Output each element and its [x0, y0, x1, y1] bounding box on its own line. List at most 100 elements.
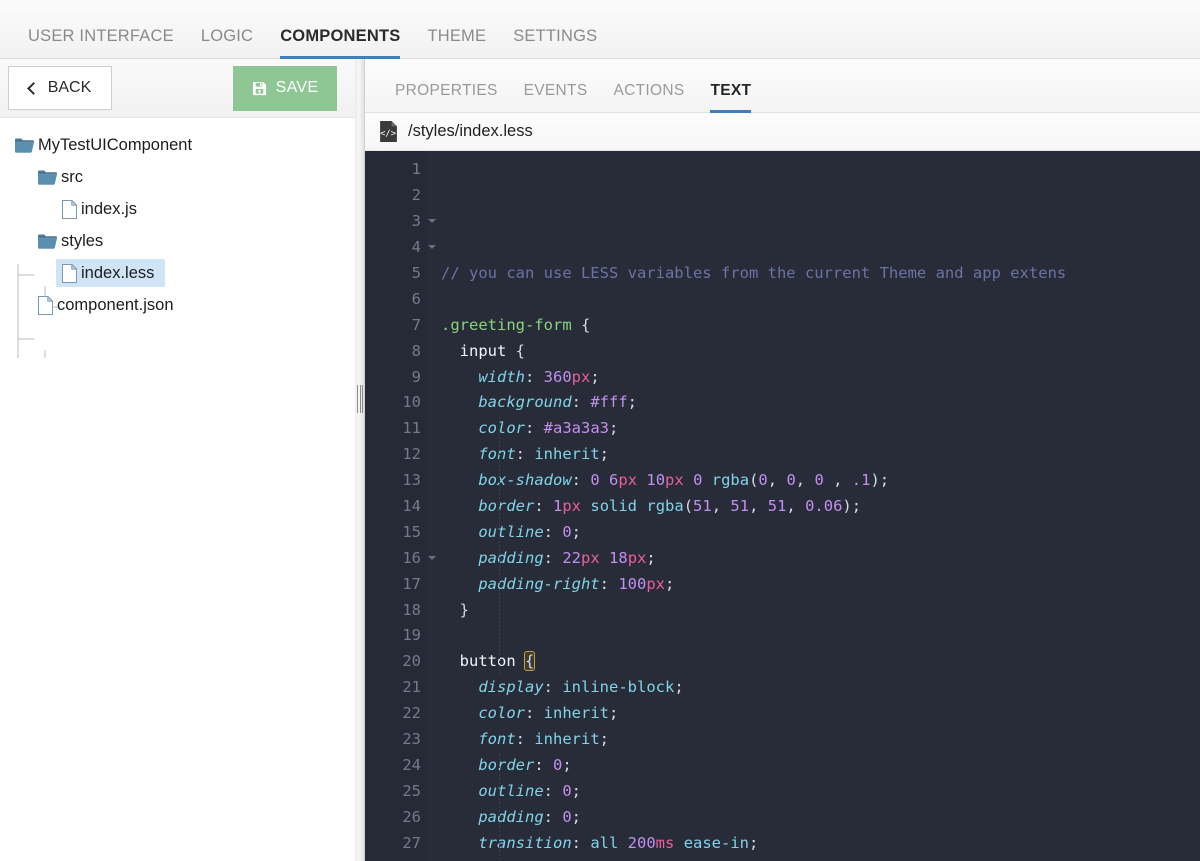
tree-node-label: MyTestUIComponent: [34, 137, 192, 154]
folder-icon: [38, 170, 57, 185]
code-token: #a3a3a3: [544, 419, 609, 437]
code-token: [674, 834, 683, 852]
code-token: :: [525, 704, 544, 722]
code-line: [441, 287, 1200, 313]
back-button[interactable]: BACK: [8, 66, 112, 110]
line-number: 2: [365, 183, 427, 209]
code-token: outline: [441, 782, 544, 800]
code-token: ;: [749, 834, 758, 852]
code-token: px: [665, 471, 684, 489]
tree-node-label: index.less: [77, 265, 154, 282]
main-tab-settings[interactable]: SETTINGS: [513, 27, 597, 58]
inspector-tab-actions[interactable]: ACTIONS: [613, 82, 684, 112]
main-tab-components[interactable]: COMPONENTS: [280, 27, 400, 58]
code-line: border: 0;: [441, 753, 1200, 779]
inspector-tab-properties[interactable]: PROPERTIES: [395, 82, 498, 112]
code-editor[interactable]: 1234567891011121314151617181920212223242…: [365, 151, 1200, 861]
code-token: width: [441, 368, 525, 386]
code-token: color: [441, 704, 525, 722]
code-token: box-shadow: [441, 471, 572, 489]
code-token: :: [534, 756, 553, 774]
code-token: border: [441, 756, 534, 774]
code-token: ,: [786, 497, 805, 515]
code-token: 100: [618, 575, 646, 593]
code-token: ;: [674, 678, 683, 696]
workspace: BACK SAVE: [0, 59, 1200, 861]
tree-file-index-js[interactable]: index.js: [0, 193, 355, 225]
code-token: .1: [852, 471, 871, 489]
line-number: 14: [365, 494, 427, 520]
code-line: width: 360px;: [441, 365, 1200, 391]
code-token: inherit: [534, 730, 599, 748]
folder-icon: [38, 234, 57, 249]
line-number: 1: [365, 157, 427, 183]
tree-file-component-json[interactable]: component.json: [0, 289, 355, 321]
line-number: 26: [365, 805, 427, 831]
main-tab-user-interface[interactable]: USER INTERFACE: [28, 27, 174, 58]
code-token: ease-in: [684, 834, 749, 852]
inspector-tab-text[interactable]: TEXT: [710, 82, 751, 112]
code-line: transition: all 200ms ease-in;: [441, 831, 1200, 857]
inspector-tab-events[interactable]: EVENTS: [524, 82, 588, 112]
code-token: solid: [590, 497, 637, 515]
save-button-label: SAVE: [276, 79, 319, 97]
code-token: :: [516, 445, 535, 463]
code-token: transition: [441, 834, 572, 852]
main-tab-theme[interactable]: THEME: [427, 27, 486, 58]
code-token: 6: [609, 471, 618, 489]
save-button[interactable]: SAVE: [233, 66, 337, 111]
code-token: .greeting-form: [441, 316, 581, 334]
line-number: 19: [365, 623, 427, 649]
code-token: ,: [768, 471, 787, 489]
line-number: 22: [365, 701, 427, 727]
inspector-tab-bar: PROPERTIES EVENTS ACTIONS TEXT: [365, 59, 1200, 113]
line-number: 13: [365, 468, 427, 494]
code-token: :: [525, 368, 544, 386]
main-tab-bar: USER INTERFACE LOGIC COMPONENTS THEME SETTIN…: [0, 0, 1200, 59]
line-number: 7: [365, 313, 427, 339]
code-token: );: [842, 497, 861, 515]
code-token: color: [441, 419, 525, 437]
code-line: // you can use LESS variables from the c…: [441, 261, 1200, 287]
code-line: font: inherit;: [441, 727, 1200, 753]
line-number: 3: [365, 209, 427, 235]
code-token: 22: [562, 549, 581, 567]
tree-folder-src[interactable]: src: [0, 161, 355, 193]
tree-node-label: src: [57, 169, 83, 186]
line-number: 25: [365, 779, 427, 805]
editor-code-area[interactable]: // you can use LESS variables from the c…: [427, 151, 1200, 861]
tree-folder-styles[interactable]: styles: [0, 225, 355, 257]
file-tree: MyTestUIComponent src index.js styles index.…: [0, 118, 355, 321]
code-line: padding-right: 100px;: [441, 572, 1200, 598]
tree-file-index-less[interactable]: index.less: [0, 257, 355, 289]
code-token: 0: [590, 471, 599, 489]
code-token: 0: [562, 808, 571, 826]
code-token: input: [441, 342, 516, 360]
code-token: [637, 497, 646, 515]
file-icon: [62, 264, 77, 283]
code-token: ;: [600, 730, 609, 748]
code-token: ,: [824, 471, 852, 489]
indent-guide: [499, 417, 500, 676]
code-token: ;: [628, 393, 637, 411]
code-line: }: [441, 598, 1200, 624]
code-token: :: [544, 808, 563, 826]
code-token: {: [581, 316, 590, 334]
code-token: ;: [600, 445, 609, 463]
main-tab-logic[interactable]: LOGIC: [201, 27, 253, 58]
code-line: background: #fff;: [441, 390, 1200, 416]
code-line: input {: [441, 339, 1200, 365]
code-token: 200: [628, 834, 656, 852]
code-line: [441, 623, 1200, 649]
svg-text:</>: </>: [380, 129, 396, 139]
code-token: rgba: [712, 471, 749, 489]
code-token: inherit: [534, 445, 599, 463]
line-number: 24: [365, 753, 427, 779]
code-token: :: [516, 730, 535, 748]
code-token: {: [525, 652, 534, 670]
code-token: 0: [553, 756, 562, 774]
tree-node-label: index.js: [77, 201, 137, 218]
code-token: #fff: [590, 393, 627, 411]
tree-folder-mytestuicomponent[interactable]: MyTestUIComponent: [0, 129, 355, 161]
panel-splitter[interactable]: [355, 59, 365, 861]
